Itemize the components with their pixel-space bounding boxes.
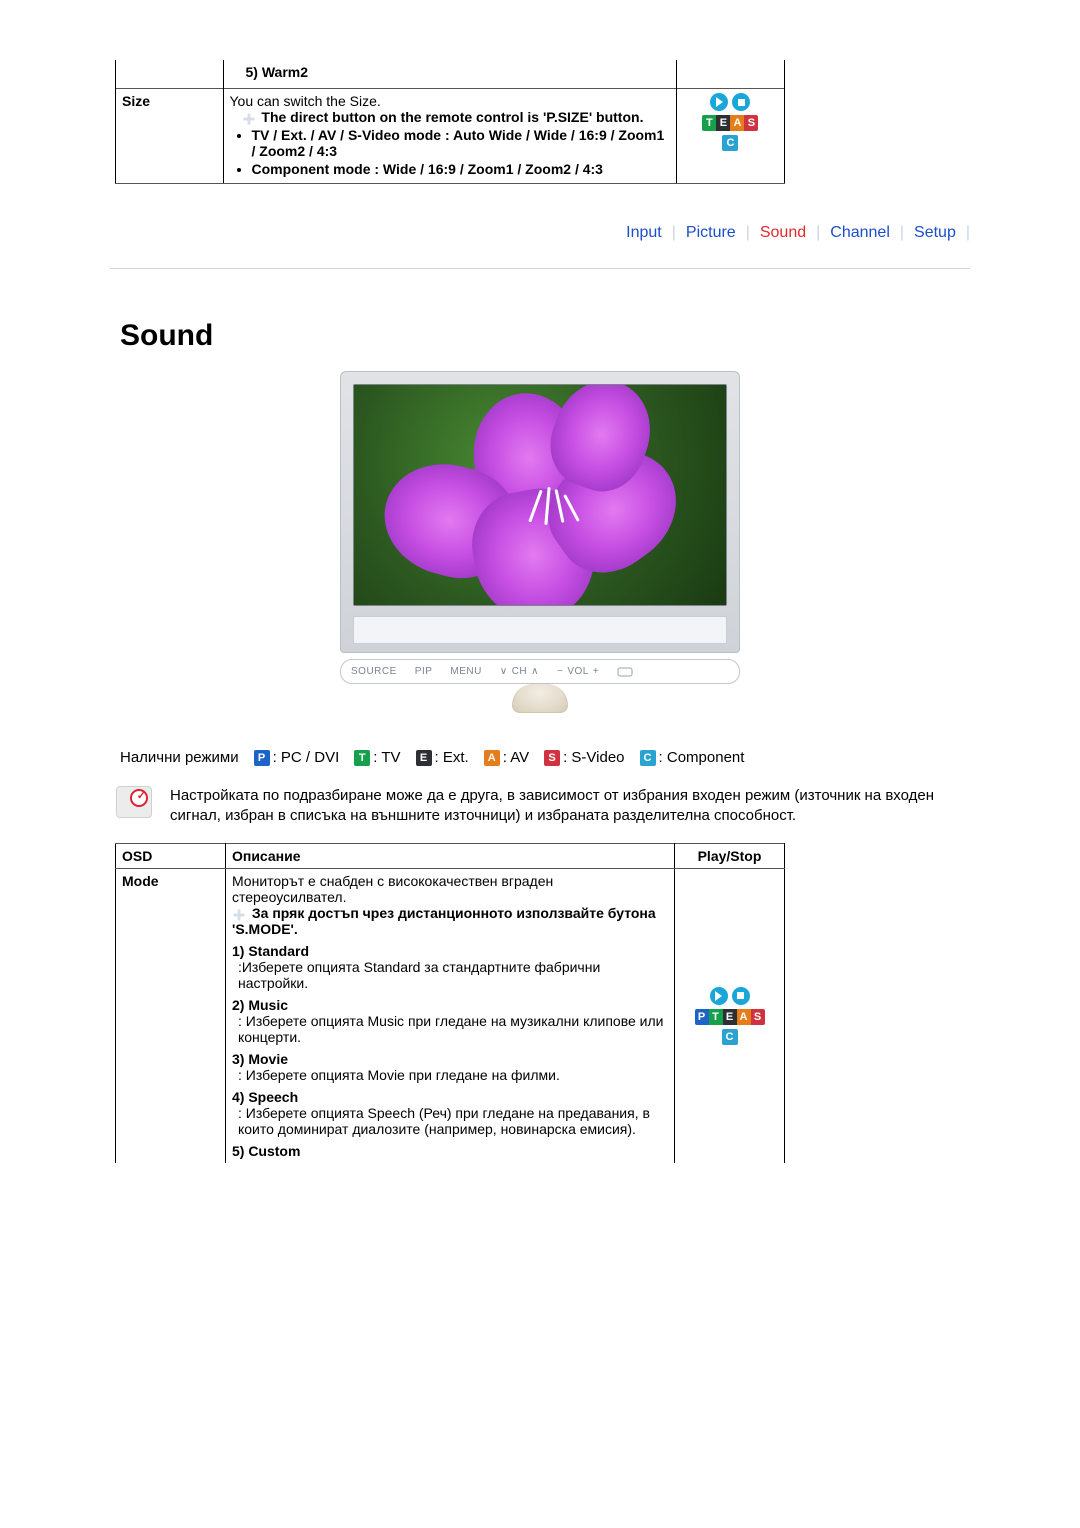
tip-note: Настройката по подразбиране може да е др… <box>116 786 970 827</box>
btn-ch: ∨CH∧ <box>500 666 539 677</box>
btn-pip: PIP <box>415 666 433 677</box>
monitor-illustration: SOURCE PIP MENU ∨CH∧ −VOL+ <box>340 371 740 713</box>
checkmark-icon <box>116 786 152 818</box>
warm2-row: 5) Warm2 <box>223 60 676 89</box>
section-heading: Sound <box>120 319 970 353</box>
mode-key-p: P <box>254 750 270 766</box>
btn-menu: MENU <box>450 666 481 677</box>
btn-vol: −VOL+ <box>557 666 599 677</box>
pointer-hand-icon <box>512 684 568 713</box>
size-table: 5) Warm2 Size You can switch the Size. T… <box>115 60 785 184</box>
available-modes-label: Налични режими <box>120 749 239 766</box>
row-mode-label: Mode <box>116 868 226 1163</box>
divider <box>110 268 970 269</box>
plus-icon <box>242 112 256 124</box>
tab-setup[interactable]: Setup <box>904 224 966 242</box>
size-label: Size <box>116 89 224 184</box>
size-description: You can switch the Size. The direct butt… <box>223 89 676 184</box>
size-mode-badges: TEAS C <box>676 89 784 184</box>
tab-sound[interactable]: Sound <box>750 224 816 242</box>
mode-key-e: E <box>416 750 432 766</box>
mode-key-t: T <box>354 750 370 766</box>
section-tabs: Input | Picture | Sound | Channel | Setu… <box>110 224 970 242</box>
flower-image <box>354 385 726 605</box>
plus-icon <box>232 908 246 920</box>
btn-source: SOURCE <box>351 666 397 677</box>
mode-key-s: S <box>544 750 560 766</box>
mode-key-c: C <box>640 750 656 766</box>
col-description: Описание <box>225 843 674 868</box>
tab-picture[interactable]: Picture <box>676 224 746 242</box>
mode-table: OSD Описание Play/Stop Mode Мониторът е … <box>115 843 785 1163</box>
available-modes: Налични режими P: PC / DVI T: TV E: Ext.… <box>120 749 970 766</box>
row-mode-badges: PTEAS C <box>675 868 785 1163</box>
col-playstop: Play/Stop <box>675 843 785 868</box>
monitor-button-bar: SOURCE PIP MENU ∨CH∧ −VOL+ <box>340 659 740 684</box>
mode-key-a: A <box>484 750 500 766</box>
tab-channel[interactable]: Channel <box>820 224 900 242</box>
col-osd: OSD <box>116 843 226 868</box>
tab-input[interactable]: Input <box>616 224 672 242</box>
row-mode-description: Мониторът е снабден с висококачествен вг… <box>225 868 674 1163</box>
